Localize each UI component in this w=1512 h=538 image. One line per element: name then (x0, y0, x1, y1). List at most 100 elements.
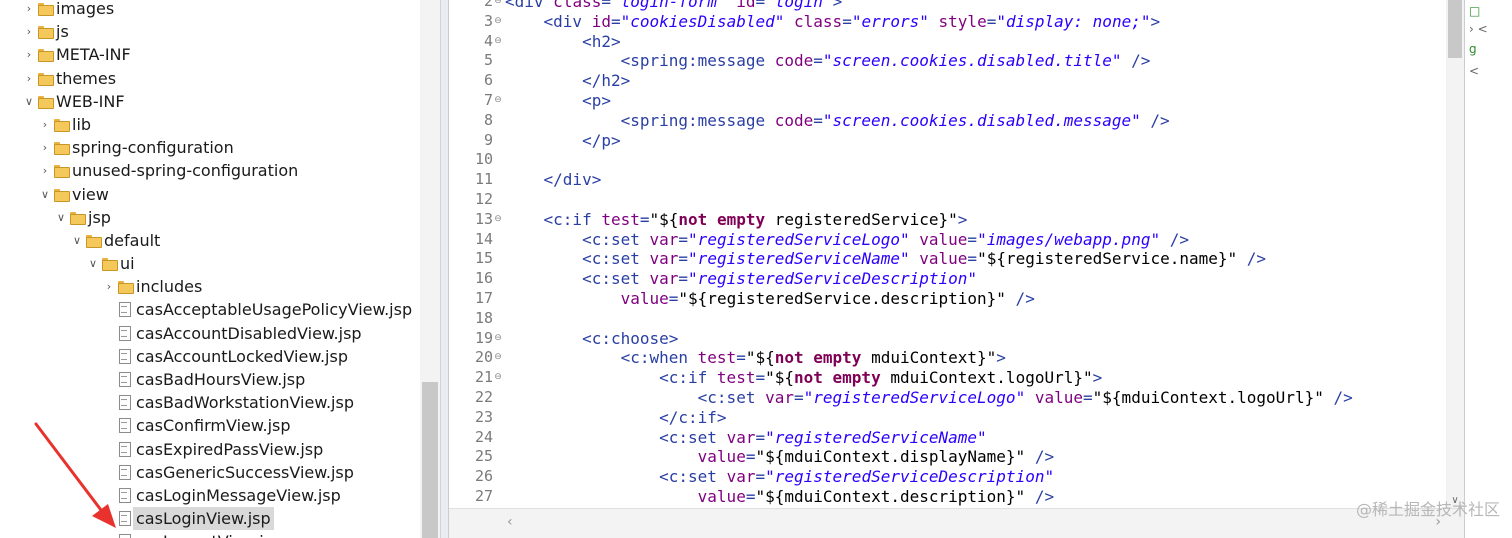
chevron-right-icon[interactable]: › (38, 159, 52, 182)
tree-folder[interactable]: › META-INF (0, 43, 420, 66)
code-line[interactable]: </h2> (505, 71, 630, 91)
chevron-down-icon[interactable]: ∨ (38, 183, 52, 206)
tree-file[interactable]: casBadWorkstationView.jsp (0, 391, 420, 414)
chevron-right-icon[interactable]: › (22, 0, 36, 20)
code-line[interactable]: <div class="login-form" id="login"> (505, 0, 842, 12)
editor-vertical-scrollbar[interactable]: ∨ (1446, 0, 1464, 508)
code-token: = (755, 368, 766, 388)
tree-item-label: casExpiredPassView.jsp (136, 439, 324, 459)
tree-folder[interactable]: › spring-configuration (0, 136, 420, 159)
chevron-right-icon[interactable]: › (102, 275, 116, 298)
code-line[interactable]: value="${mduiContext.description}" /> (505, 487, 1054, 507)
fold-collapse-icon[interactable]: ⊖ (493, 91, 503, 111)
code-line[interactable]: </div> (505, 170, 602, 190)
code-line[interactable]: </p> (505, 131, 621, 151)
file-icon (118, 511, 132, 527)
tree-folder[interactable]: › unused-spring-configuration (0, 159, 420, 182)
code-line[interactable]: <c:set var="registeredServiceLogo" value… (505, 388, 1353, 408)
code-line[interactable]: <c:set var="registeredServiceName" value… (505, 249, 1266, 269)
code-line[interactable]: <c:when test="${not empty mduiContext}"> (505, 348, 1006, 368)
tree-folder[interactable]: › themes (0, 67, 420, 90)
code-line[interactable]: </c:if> (505, 408, 726, 428)
outline-row[interactable]: < (1469, 64, 1479, 78)
chevron-right-icon[interactable]: › (22, 43, 36, 66)
fold-collapse-icon[interactable]: ⊖ (493, 348, 503, 368)
code-line[interactable]: <c:choose> (505, 329, 678, 349)
chevron-down-icon[interactable]: ∨ (54, 206, 68, 229)
code-line[interactable]: <c:set var="registeredServiceDescription… (505, 467, 1054, 487)
tree-item-label: images (56, 0, 115, 18)
fold-collapse-icon[interactable]: ⊖ (493, 32, 503, 52)
explorer-scrollbar-thumb[interactable] (422, 382, 438, 538)
tree-file[interactable]: casAccountDisabledView.jsp (0, 322, 420, 345)
code-token: </h2> (582, 71, 631, 91)
line-number: 16 (474, 269, 493, 288)
tree-file[interactable]: casBadHoursView.jsp (0, 368, 420, 391)
fold-collapse-icon[interactable]: ⊖ (493, 210, 503, 230)
explorer-scrollbar[interactable] (420, 0, 440, 538)
tree-file[interactable]: casLogoutView.jsp (0, 530, 420, 538)
code-line[interactable]: <c:set var="registeredServiceLogo" value… (505, 230, 1189, 250)
code-token: value (620, 289, 669, 308)
tree-file[interactable]: casLoginMessageView.jsp (0, 484, 420, 507)
code-line[interactable]: <c:set var="registeredServiceName" (505, 428, 987, 448)
code-line[interactable]: <h2> (505, 32, 621, 52)
code-token: "registeredServiceDescription" (765, 467, 1055, 487)
tree-folder[interactable]: › includes (0, 275, 420, 298)
code-line[interactable]: value="${registeredService.description}"… (505, 289, 1035, 309)
tree-file[interactable]: casAcceptableUsagePolicyView.jsp (0, 298, 420, 321)
fold-collapse-icon[interactable]: ⊖ (493, 368, 503, 388)
tree-folder[interactable]: ∨ jsp (0, 206, 420, 229)
code-token: <h2> (582, 31, 621, 51)
tree-file[interactable]: casGenericSuccessView.jsp (0, 461, 420, 484)
tree-folder[interactable]: › lib (0, 113, 420, 136)
tree-file[interactable]: casExpiredPassView.jsp (0, 438, 420, 461)
tree-folder[interactable]: › js (0, 20, 420, 43)
code-token: test (601, 209, 640, 229)
panel-splitter[interactable] (440, 0, 448, 538)
tree-file[interactable]: casLoginView.jsp (0, 507, 420, 531)
chevron-right-icon[interactable]: › (22, 20, 36, 43)
chevron-down-icon[interactable]: ∨ (70, 229, 84, 252)
code-area[interactable]: <div class="login-form" id="login"> <div… (505, 0, 1445, 508)
tree-folder[interactable]: ∨ view (0, 183, 420, 206)
code-token: not empty (774, 348, 862, 368)
fold-collapse-icon[interactable]: ⊖ (493, 12, 503, 32)
chevron-right-icon[interactable]: › (38, 136, 52, 159)
outline-row[interactable]: □ (1469, 4, 1480, 18)
editor-horizontal-scrollbar[interactable]: ‹ › (449, 508, 1464, 538)
fold-collapse-icon[interactable]: ⊖ (493, 0, 503, 12)
code-line[interactable]: <p> (505, 91, 611, 111)
code-line[interactable]: <spring:message code="screen.cookies.dis… (505, 111, 1170, 131)
code-line[interactable]: <c:if test="${not empty mduiContext.logo… (505, 368, 1102, 388)
folder-icon (38, 25, 54, 40)
folder-icon (70, 211, 86, 225)
code-line[interactable]: <spring:message code="screen.cookies.dis… (505, 51, 1151, 71)
scroll-left-icon[interactable]: ‹ (507, 514, 513, 530)
chevron-down-icon[interactable]: ∨ (86, 252, 100, 275)
tree-folder[interactable]: ∨ WEB-INF (0, 90, 420, 113)
fold-collapse-icon[interactable]: ⊖ (493, 329, 503, 349)
chevron-down-icon[interactable]: ∨ (22, 90, 36, 113)
tree-folder[interactable]: ∨ default (0, 229, 420, 252)
code-line[interactable]: <div id="cookiesDisabled" class="errors"… (505, 12, 1161, 32)
editor-vertical-scrollbar-thumb[interactable] (1448, 0, 1462, 58)
tree-file[interactable]: casConfirmView.jsp (0, 414, 420, 437)
tree-folder[interactable]: › images (0, 0, 420, 20)
code-line[interactable]: <c:if test="${not empty registeredServic… (505, 209, 968, 230)
code-editor[interactable]: 2 ⊖ 3 ⊖ 4 ⊖ 5 6 7 ⊖ 8 9 10 11 12 13 ⊖ 14 15 16 17 18 19 ⊖ 20 ⊖ 21 ⊖… (448, 0, 1464, 538)
line-number: 11 (474, 170, 493, 189)
chevron-right-icon[interactable]: › (22, 67, 36, 90)
tree-folder[interactable]: ∨ ui (0, 252, 420, 275)
code-token: > (996, 348, 1006, 368)
chevron-right-icon[interactable]: › (38, 113, 52, 136)
code-line[interactable]: value="${mduiContext.displayName}" /> (505, 447, 1054, 467)
outline-row[interactable]: g (1469, 42, 1477, 56)
tree-file[interactable]: casAccountLockedView.jsp (0, 345, 420, 368)
code-line[interactable]: <c:set var="registeredServiceDescription… (505, 269, 977, 289)
outline-row[interactable]: › < (1469, 22, 1488, 36)
